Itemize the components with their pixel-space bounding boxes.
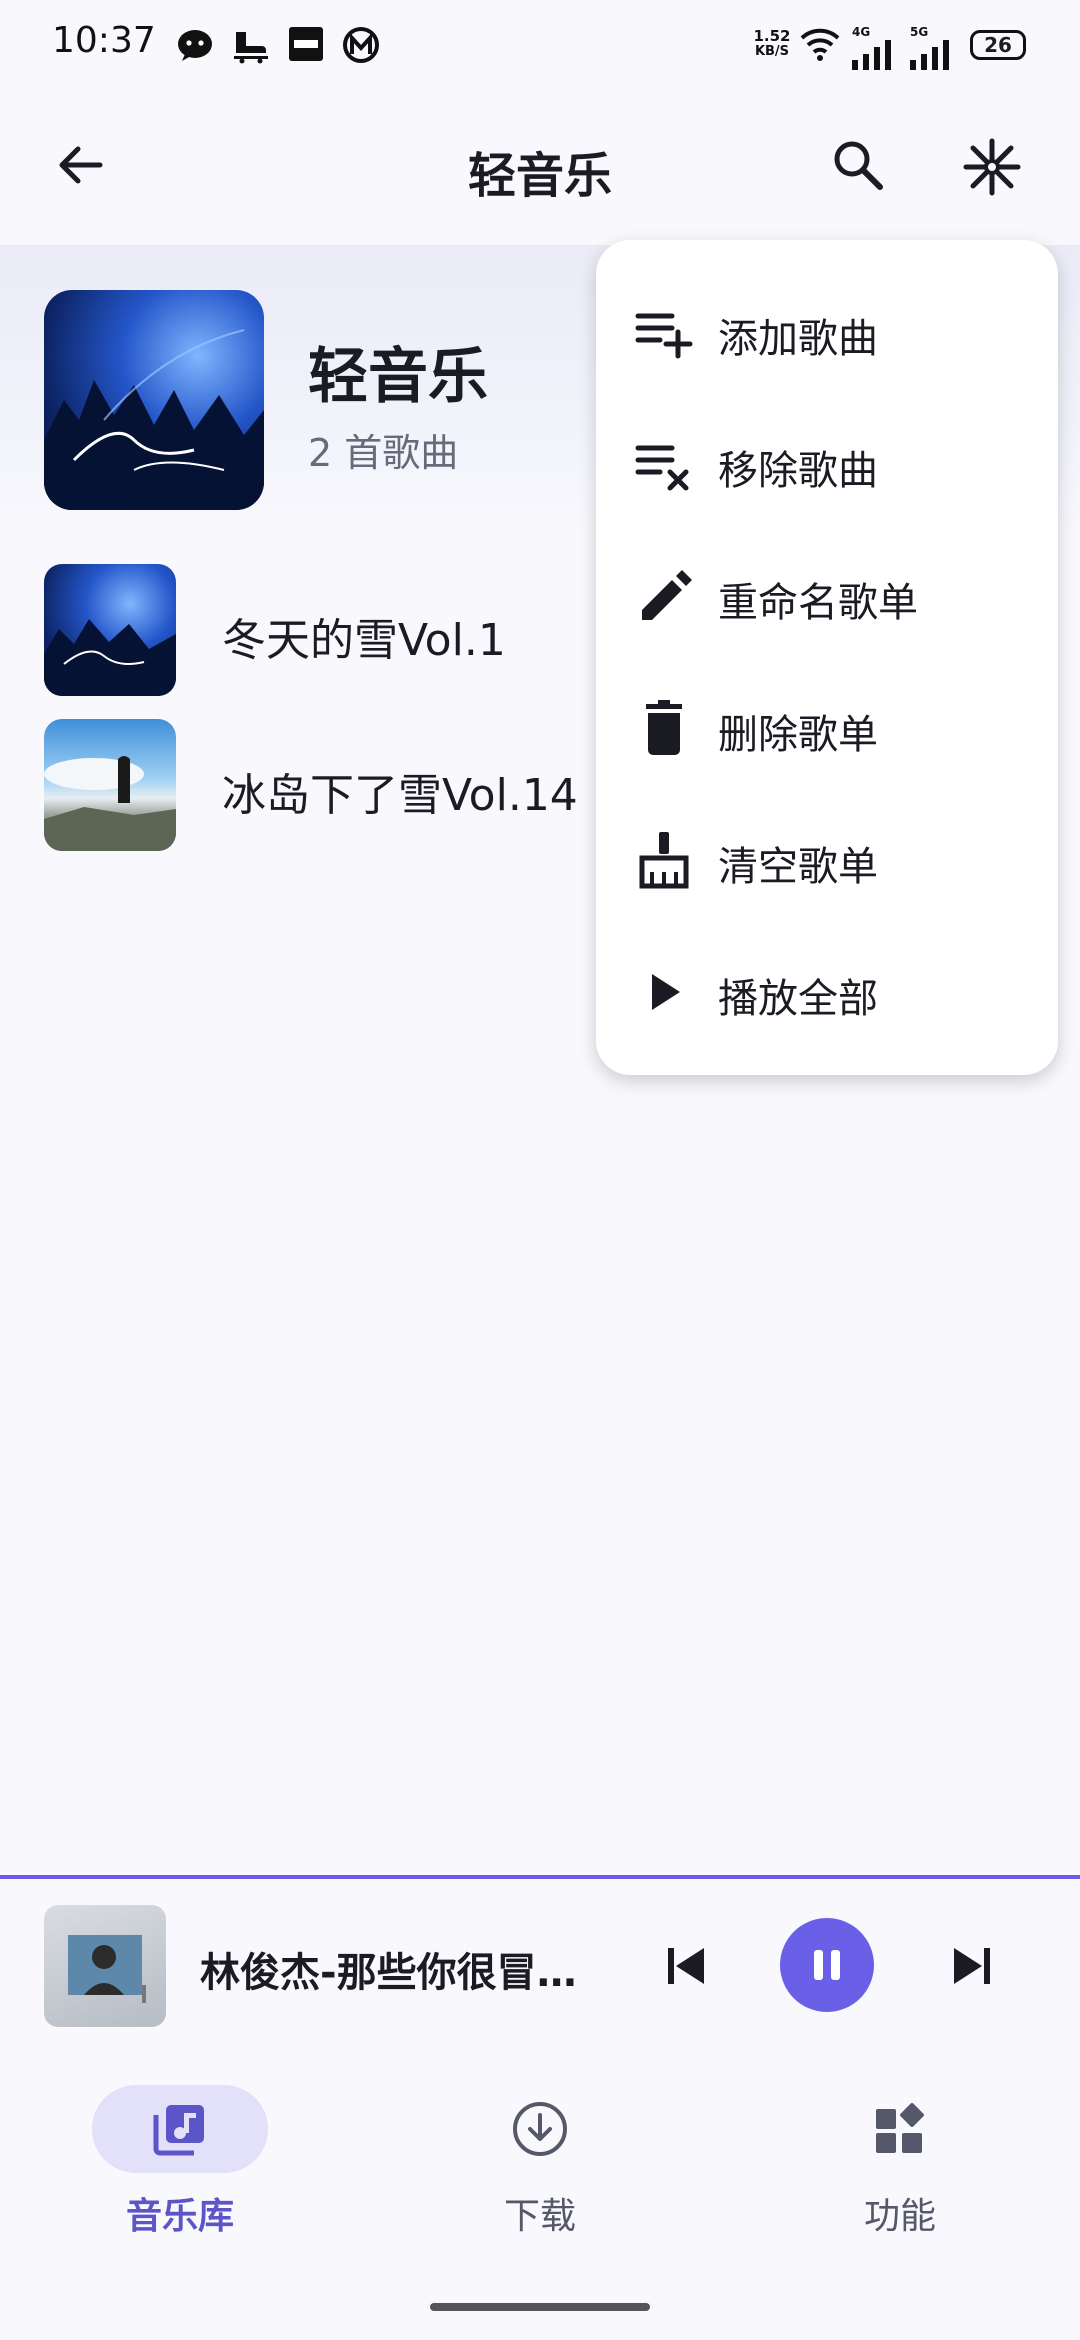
playlist-options-menu: 添加歌曲 移除歌曲 重命名歌单 删除歌单 清空歌单 播放全部 — [596, 240, 1058, 1075]
status-time: 10:37 — [52, 20, 156, 61]
nav-active-indicator — [92, 2085, 268, 2173]
menu-item-label: 清空歌单 — [718, 844, 878, 890]
pause-button[interactable] — [780, 1918, 874, 2012]
trash-icon — [634, 698, 694, 758]
wifi-icon — [800, 26, 840, 64]
menu-item-label: 删除歌单 — [718, 712, 878, 758]
song-cover — [44, 719, 176, 851]
skip-previous-icon — [668, 1948, 704, 1984]
menu-item-label: 播放全部 — [718, 976, 878, 1022]
menu-item-label: 添加歌曲 — [718, 316, 878, 362]
menu-item-clear-playlist[interactable]: 清空歌单 — [596, 794, 1058, 926]
playlist-remove-icon — [634, 434, 694, 494]
menu-item-remove-songs[interactable]: 移除歌曲 — [596, 398, 1058, 530]
nav-item-music-library[interactable]: 音乐库 — [50, 2085, 310, 2245]
pencil-icon — [634, 566, 694, 626]
widgets-icon — [876, 2103, 924, 2153]
menu-item-play-all[interactable]: 播放全部 — [596, 926, 1058, 1058]
search-button[interactable] — [818, 125, 898, 205]
signal-5g-icon: 5G — [910, 24, 952, 74]
nav-icon-container — [452, 2085, 628, 2173]
nav-item-download[interactable]: 下载 — [410, 2085, 670, 2245]
now-playing-cover[interactable] — [44, 1905, 166, 2027]
battery-icon: 26 — [970, 30, 1026, 60]
mi-app-icon — [288, 26, 326, 64]
song-title: 冬天的雪Vol.1 — [222, 615, 506, 666]
song-cover — [44, 564, 176, 696]
nav-icon-container — [812, 2085, 988, 2173]
menu-item-add-songs[interactable]: 添加歌曲 — [596, 266, 1058, 398]
skip-next-icon — [954, 1948, 990, 1984]
wechat-icon — [176, 26, 214, 64]
nav-label: 下载 — [503, 2196, 576, 2237]
playlist-song-count: 2 首歌曲 — [308, 431, 459, 475]
signal-4g-icon: 4G — [852, 24, 894, 74]
pause-icon — [814, 1950, 840, 1980]
next-button[interactable] — [934, 1928, 1010, 2004]
theme-button[interactable] — [950, 125, 1034, 209]
menu-item-delete-playlist[interactable]: 删除歌单 — [596, 662, 1058, 794]
page-title: 轻音乐 — [467, 148, 612, 204]
download-icon — [513, 2102, 567, 2156]
now-playing-title: 林俊杰-那些你很冒险的梦 — [200, 1950, 600, 1996]
nav-item-functions[interactable]: 功能 — [770, 2085, 1030, 2245]
search-icon — [834, 141, 883, 190]
playlist-cover — [44, 290, 264, 510]
snowflake-icon — [963, 138, 1021, 196]
playlist-name: 轻音乐 — [308, 342, 488, 412]
net-speed: 1.52 KB/S — [753, 27, 791, 59]
song-row[interactable]: 冬天的雪Vol.1 — [0, 556, 600, 706]
music-library-icon — [153, 2105, 204, 2156]
skate-icon — [230, 26, 268, 64]
menu-item-label: 移除歌曲 — [718, 448, 878, 494]
nav-label: 功能 — [863, 2196, 936, 2237]
battery-level: 26 — [984, 33, 1012, 57]
home-indicator[interactable] — [430, 2303, 650, 2311]
nav-label: 音乐库 — [125, 2196, 234, 2237]
playlist-add-icon — [634, 302, 694, 362]
previous-button[interactable] — [648, 1928, 724, 2004]
menu-item-rename-playlist[interactable]: 重命名歌单 — [596, 530, 1058, 662]
song-row[interactable]: 冰岛下了雪Vol.14 — [0, 711, 600, 861]
metro-icon — [342, 26, 380, 64]
broom-icon — [634, 830, 694, 890]
status-bar: 10:37 1.52 KB/S 4G 5G 26 — [0, 0, 1080, 92]
play-icon — [634, 962, 694, 1022]
menu-item-label: 重命名歌单 — [718, 580, 918, 626]
song-title: 冰岛下了雪Vol.14 — [222, 770, 578, 821]
